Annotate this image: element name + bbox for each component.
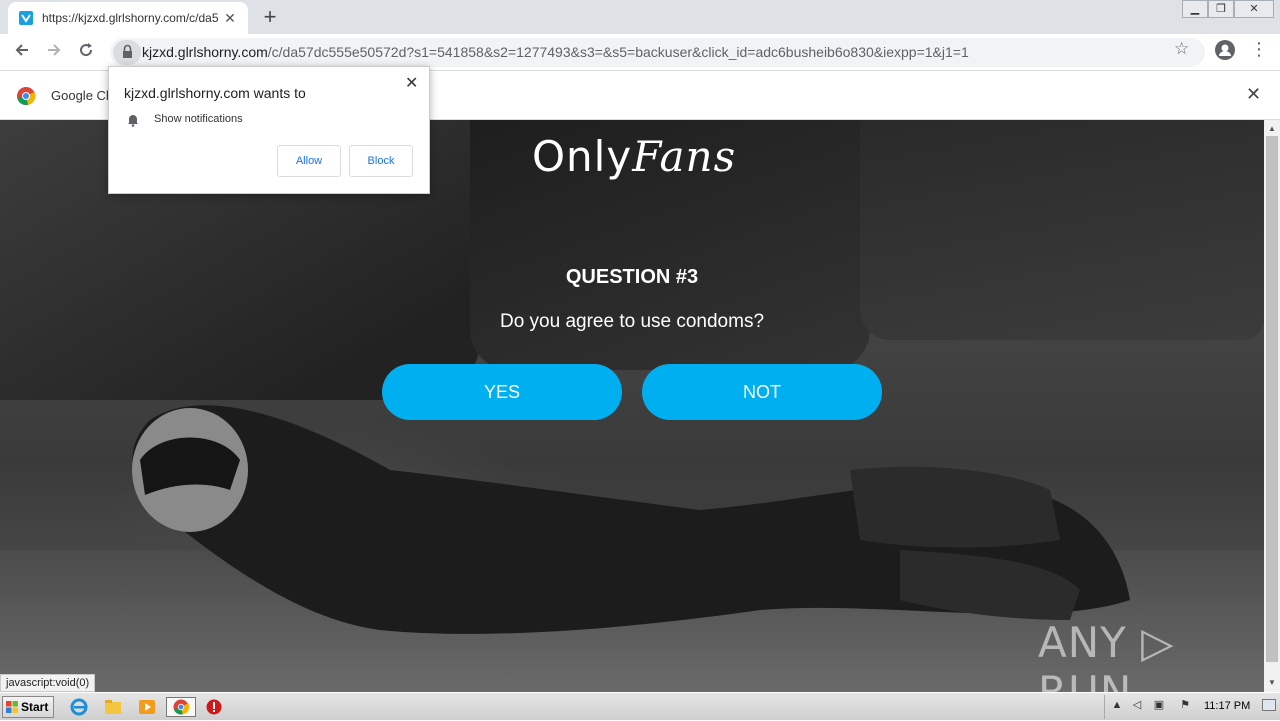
background-figure <box>132 405 1131 634</box>
scroll-thumb[interactable] <box>1266 136 1278 662</box>
chrome-logo-icon <box>17 87 36 106</box>
question-text: Do you agree to use condoms? <box>499 311 765 332</box>
url-path: /c/da57dc555e50572d?s1=541858&s2=1277493… <box>267 44 969 60</box>
back-arrow-icon[interactable] <box>10 40 34 64</box>
tray-expand-icon[interactable]: ▲ <box>1110 699 1124 711</box>
new-tab-button[interactable]: + <box>258 6 282 30</box>
bookmark-star-icon[interactable]: ☆ <box>1174 39 1189 59</box>
vertical-scrollbar[interactable]: ▲ ▼ <box>1264 120 1280 692</box>
tab-strip: https://kjzxd.glrlshorny.com/c/da57 ✕ + … <box>0 0 1280 34</box>
scroll-down-icon[interactable]: ▼ <box>1264 676 1280 690</box>
status-bubble: javascript:void(0) <box>0 674 96 692</box>
close-window-button[interactable]: ✕ <box>1234 0 1274 18</box>
media-player-icon[interactable] <box>136 697 158 717</box>
profile-avatar-icon[interactable] <box>1215 40 1235 60</box>
no-button[interactable]: NOT <box>642 364 882 420</box>
bell-icon <box>128 115 138 127</box>
network-icon[interactable]: ▣ <box>1152 699 1166 711</box>
show-desktop-icon[interactable] <box>1262 699 1276 711</box>
scroll-up-icon[interactable]: ▲ <box>1264 122 1280 136</box>
allow-button[interactable]: Allow <box>277 145 341 177</box>
restore-button[interactable]: ❐ <box>1208 0 1234 18</box>
stop-sign-icon[interactable] <box>203 697 225 717</box>
yes-button[interactable]: YES <box>382 364 622 420</box>
lock-icon[interactable] <box>113 40 141 65</box>
url-text[interactable]: kjzxd.glrlshorny.com/c/da57dc555e50572d?… <box>142 44 969 60</box>
notification-permission-popup: kjzxd.glrlshorny.com wants to ✕ Show not… <box>108 66 430 194</box>
windows-flag-icon <box>6 701 18 713</box>
infobar-close-icon[interactable]: ✕ <box>1246 84 1261 105</box>
question-title: QUESTION #3 <box>565 266 699 288</box>
onlyfans-logo: OnlyFans <box>532 132 737 181</box>
block-button[interactable]: Block <box>349 145 413 177</box>
taskbar-clock[interactable]: 11:17 PM <box>1204 700 1250 712</box>
windows-taskbar: Start ▲ ◁ ▣ ⚑ 11:17 PM <box>0 692 1280 720</box>
volume-icon[interactable]: ◁ <box>1130 699 1144 711</box>
forward-arrow-icon[interactable] <box>42 40 66 64</box>
reload-icon[interactable] <box>74 40 98 64</box>
popup-title: kjzxd.glrlshorny.com wants to <box>124 85 306 101</box>
start-button[interactable]: Start <box>2 696 54 718</box>
site-favicon-icon <box>19 11 33 25</box>
start-label: Start <box>21 700 49 714</box>
tab-close-icon[interactable]: ✕ <box>222 10 238 26</box>
popup-close-icon[interactable]: ✕ <box>405 73 418 93</box>
internet-explorer-icon[interactable] <box>68 697 90 717</box>
tab-title: https://kjzxd.glrlshorny.com/c/da57 <box>42 11 218 25</box>
browser-tab[interactable]: https://kjzxd.glrlshorny.com/c/da57 ✕ <box>8 2 248 34</box>
address-bar[interactable]: kjzxd.glrlshorny.com/c/da57dc555e50572d?… <box>110 38 1205 67</box>
infobar-text: Google Ch <box>51 88 114 103</box>
action-center-flag-icon[interactable]: ⚑ <box>1178 699 1192 711</box>
browser-menu-icon[interactable]: ⋮ <box>1250 39 1268 60</box>
anyrun-watermark: ANY ▷ RUN <box>1038 618 1175 692</box>
file-explorer-icon[interactable] <box>102 697 124 717</box>
web-page: OnlyFans QUESTION #3 Do you agree to use… <box>0 120 1264 692</box>
chrome-taskbar-button[interactable] <box>166 697 196 717</box>
minimize-button[interactable]: ▁ <box>1182 0 1208 18</box>
permission-label: Show notifications <box>154 113 243 125</box>
url-host: kjzxd.glrlshorny.com <box>142 44 268 60</box>
